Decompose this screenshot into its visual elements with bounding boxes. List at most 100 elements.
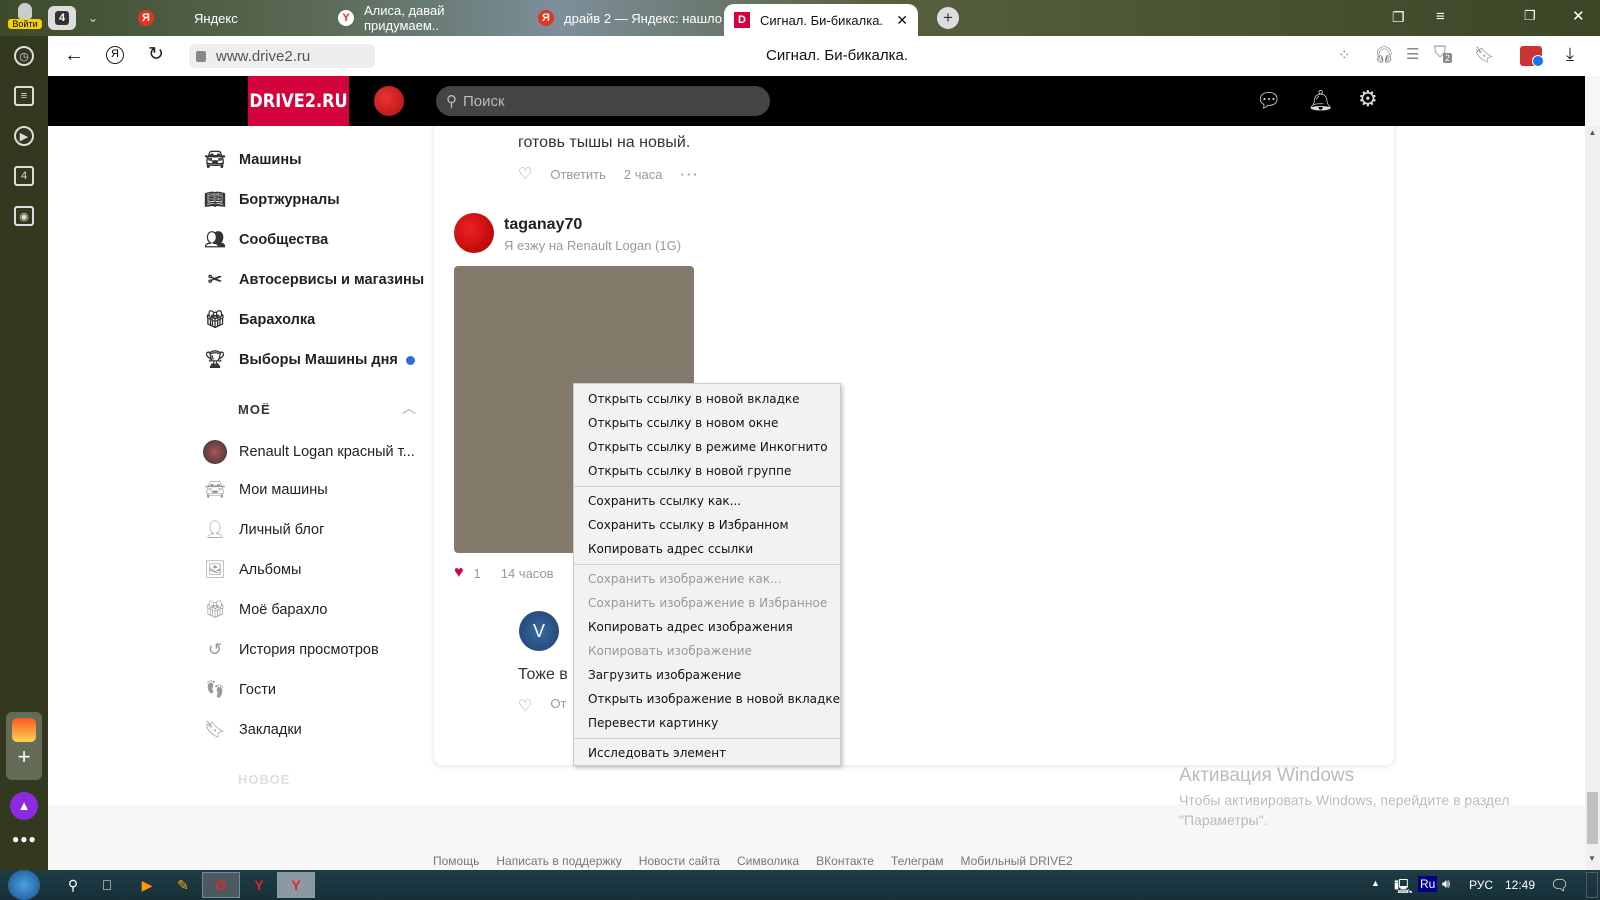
tab-yandex[interactable]: Я Яндекс [128,4,328,32]
author-car[interactable]: Я езжу на Renault Logan (1G) [504,238,681,253]
tab-alice[interactable]: Y Алиса, давай придумаем.. [328,3,523,33]
download-icon[interactable]: ⤓ [1566,44,1574,65]
context-menu-item[interactable]: Открыть ссылку в новой вкладке [574,387,840,411]
drive2-logo[interactable]: DRIVE2.RU [247,76,350,126]
like-heart-icon[interactable]: ♡ [518,696,532,716]
sidebar-item-history[interactable]: ↺ История просмотров [203,640,379,660]
footer-link[interactable]: Помощь [433,854,479,868]
task-view-icon[interactable]: ⎕ [88,872,126,898]
close-tab-icon[interactable]: ✕ [896,12,908,29]
tabs-dropdown-icon[interactable]: ⌄ [80,6,106,30]
context-menu-item[interactable]: Открыть ссылку в режиме Инкогнито [574,435,840,459]
footer-link[interactable]: Телеграм [891,854,944,868]
context-menu-item[interactable]: Исследовать элемент [574,741,840,765]
sidebar-item-my-car[interactable]: Renault Logan красный т... [203,440,415,464]
search-input[interactable]: ⚲ Поиск [436,86,770,116]
context-menu-item[interactable]: Открыть ссылку в новом окне [574,411,840,435]
network-icon[interactable]: 🖳 [1394,876,1413,900]
user-avatar[interactable] [374,86,404,116]
sidebar-item-guests[interactable]: 👣︎ Гости [203,680,276,700]
scroll-up-icon[interactable]: ▲ [1585,128,1600,137]
tray-expand-icon[interactable]: ▲ [1371,878,1380,888]
sidebar-item-my-cars[interactable]: 🚘︎ Мои машины [203,480,327,500]
tabs-counter-icon[interactable]: 4 [14,166,34,186]
context-menu-item[interactable]: Открыть изображение в новой вкладке [574,687,840,711]
page-scrollbar[interactable]: ▲ ▼ [1585,126,1600,870]
collections-icon[interactable]: ❐ [1392,9,1405,26]
more-icon[interactable]: ●●● [12,832,37,846]
bookmark-icon[interactable]: 🔖︎ [1474,45,1494,65]
context-menu-item[interactable]: Сохранить ссылку как... [574,489,840,513]
scroll-down-icon[interactable]: ▼ [1588,854,1596,863]
sidebar-item-car-of-day[interactable]: 🏆︎ Выборы Машины дня [203,350,415,370]
sidebar-item-communities[interactable]: 👥︎ Сообщества [203,230,328,250]
sidebar-item-albums[interactable]: 🖼︎ Альбомы [203,560,301,580]
messages-icon[interactable]: 💬︎ [1256,88,1281,113]
tab-drive2-search[interactable]: Ядрайв 2 — Яндекс: нашло [528,4,723,32]
sidebar-item-cars[interactable]: 🚘︎ Машины [203,150,301,170]
notifications-bell-icon[interactable]: 🔔︎ [1308,88,1333,113]
show-desktop-button[interactable] [1586,872,1598,898]
input-language[interactable]: РУС [1469,878,1493,892]
context-menu-item[interactable]: Открыть ссылку в новой группе [574,459,840,483]
menu-icon[interactable]: ≡ [1436,8,1445,25]
play-icon[interactable]: ▶ [14,126,34,146]
search-icon[interactable]: ⚲ [54,872,92,898]
add-app-icon[interactable]: + [6,742,42,772]
footer-link[interactable]: Новости сайта [639,854,720,868]
yandex-home-icon[interactable]: Я [106,46,124,64]
headphones-icon[interactable]: 🎧︎ [1374,45,1394,65]
sidebar-item-bookmarks[interactable]: 🔖︎ Закладки [203,720,302,740]
extension-icon[interactable] [1520,46,1544,67]
sidebar-item-blog[interactable]: 👤︎ Личный блог [203,520,324,540]
action-center-icon[interactable]: 🗨︎ [1550,876,1569,894]
alice-icon[interactable]: ▲ [10,792,38,820]
more-dots-icon[interactable]: ··· [681,167,700,182]
tab-active-signal[interactable]: D Сигнал. Би-бикалка. ✕ [724,4,918,36]
settings-gear-icon[interactable]: ⚙ [1358,86,1378,112]
opera-icon[interactable]: O [202,872,240,898]
sidebar-item-market[interactable]: 🎁︎ Барахолка [203,310,315,330]
back-icon[interactable]: ← [64,44,84,67]
context-menu-item[interactable]: Сохранить ссылку в Избранном [574,513,840,537]
reload-icon[interactable]: ↻ [148,43,164,66]
sidebar-item-services[interactable]: ✂ Автосервисы и магазины [203,270,424,290]
sidebar-item-logbooks[interactable]: 📖︎ Бортжурналы [203,190,339,210]
context-menu-item[interactable]: Копировать адрес ссылки [574,537,840,561]
collapse-chevron-up-icon[interactable]: ︿ [402,398,416,418]
start-button[interactable] [8,870,40,900]
apps-icon[interactable]: ⁘ [1338,46,1351,64]
context-menu-item[interactable]: Загрузить изображение [574,663,840,687]
new-tab-button[interactable]: + [937,7,959,29]
sidebar-item-my-market[interactable]: 🎁︎ Моё барахло [203,600,327,620]
reader-icon[interactable]: ☰ [1406,45,1419,63]
tab-counter[interactable]: 4 [48,6,76,30]
reply-link[interactable]: Ответить [550,167,606,182]
volume-icon[interactable]: 🔊︎ [1442,876,1450,892]
like-heart-icon[interactable]: ♡ [518,164,532,184]
scrollbar-thumb[interactable] [1587,792,1598,844]
clock[interactable]: 12:49 [1505,878,1535,892]
history-icon[interactable]: ◷ [14,46,34,66]
yandex-browser-icon[interactable]: Y [240,872,278,898]
close-window-icon[interactable]: ✕ [1572,7,1585,25]
reply-link[interactable]: От [550,696,566,716]
restore-window-icon[interactable]: ❐ [1524,8,1536,24]
address-input[interactable]: www.drive2.ru [189,44,375,68]
screenshot-icon[interactable]: ◉ [14,206,34,226]
author-name[interactable]: taganay70 [504,216,582,234]
reply-author-avatar[interactable]: V [519,611,559,651]
footer-link[interactable]: ВКонтакте [816,854,874,868]
footer-link[interactable]: Написать в поддержку [496,854,621,868]
mail-icon[interactable] [12,718,36,742]
footer-link[interactable]: Символика [737,854,799,868]
liked-heart-icon[interactable]: ♥ [454,564,464,582]
notes-icon[interactable]: ≡ [14,86,34,106]
context-menu-item[interactable]: Копировать адрес изображения [574,615,840,639]
media-player-icon[interactable]: ▶ [128,872,166,898]
context-menu-item[interactable]: Перевести картинку [574,711,840,735]
language-badge[interactable]: Ru [1418,876,1438,892]
yandex-browser-active-icon[interactable]: Y [277,872,315,898]
login-button[interactable]: Войти [8,3,42,33]
footer-link[interactable]: Мобильный DRIVE2 [961,854,1073,868]
